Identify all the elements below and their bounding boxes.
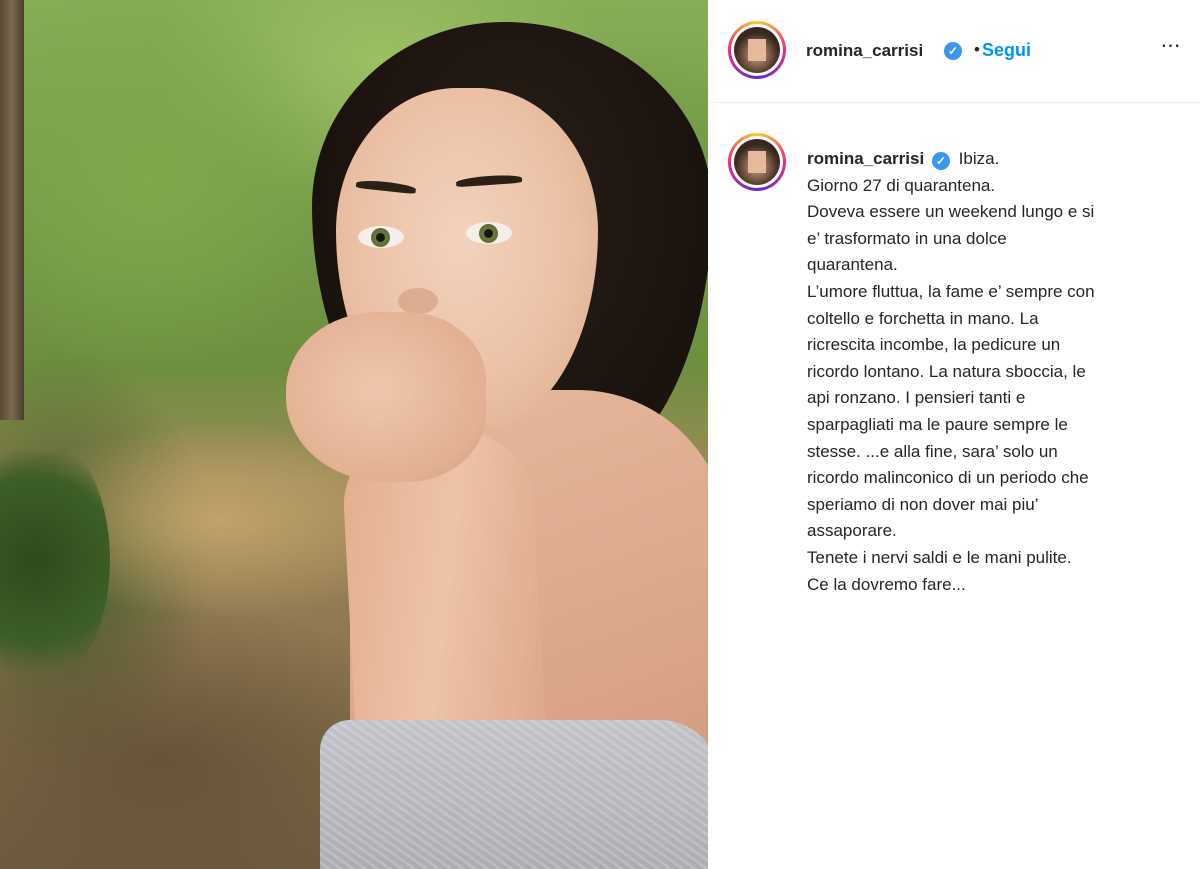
header-avatar[interactable] <box>728 21 786 79</box>
photo-towel <box>320 720 708 869</box>
caption-line: assaporare. <box>807 521 897 541</box>
caption-line: sparpagliati ma le paure sempre le <box>807 414 1068 434</box>
caption-line: quarantena. <box>807 255 898 275</box>
post-photo[interactable] <box>0 0 708 869</box>
caption-line: coltello e forchetta in mano. La <box>807 308 1039 328</box>
avatar-image <box>734 27 780 73</box>
caption-line: e’ trasformato in una dolce <box>807 228 1007 248</box>
caption-line: stesse. ...e alla fine, sara’ solo un <box>807 441 1058 461</box>
caption-line: ricordo malinconico di un periodo che <box>807 468 1089 488</box>
caption-line: api ronzano. I pensieri tanti e <box>807 388 1026 408</box>
post-header: romina_carrisi ✓ • Segui ⋯ <box>708 0 1200 103</box>
follow-button[interactable]: Segui <box>982 40 1031 61</box>
caption-first-line: romina_carrisi ✓ Ibiza. <box>807 146 1177 173</box>
photo-nose <box>398 288 438 314</box>
post-caption: romina_carrisi ✓ Ibiza. Giorno 27 di qua… <box>807 146 1177 598</box>
post-sidebar: romina_carrisi ✓ • Segui ⋯ romina_carris… <box>708 0 1200 869</box>
caption-line: Tenete i nervi saldi e le mani pulite. <box>807 547 1072 567</box>
header-username[interactable]: romina_carrisi <box>806 41 923 61</box>
avatar-image <box>734 139 780 185</box>
caption-line: L’umore fluttua, la fame e’ sempre con <box>807 281 1095 301</box>
caption-line: Doveva essere un weekend lungo e si <box>807 202 1095 222</box>
photo-person <box>0 0 708 869</box>
photo-hand <box>286 312 486 482</box>
caption-line: ricrescita incombe, la pedicure un <box>807 335 1061 355</box>
photo-eye-left <box>358 226 404 248</box>
caption-line: Giorno 27 di quarantena. <box>807 175 996 195</box>
caption-avatar[interactable] <box>728 133 786 191</box>
caption-line: Ce la dovremo fare... <box>807 574 966 594</box>
caption-username[interactable]: romina_carrisi <box>807 149 924 168</box>
header-separator: • <box>974 40 980 59</box>
verified-badge-icon: ✓ <box>944 42 962 60</box>
caption-location: Ibiza. <box>958 149 1000 168</box>
verified-badge-icon: ✓ <box>931 152 950 170</box>
caption-line: ricordo lontano. La natura sboccia, le <box>807 361 1086 381</box>
more-options-icon[interactable]: ⋯ <box>1156 36 1186 62</box>
photo-eye-right <box>466 222 512 244</box>
caption-line: speriamo di non dover mai piu’ <box>807 494 1039 514</box>
